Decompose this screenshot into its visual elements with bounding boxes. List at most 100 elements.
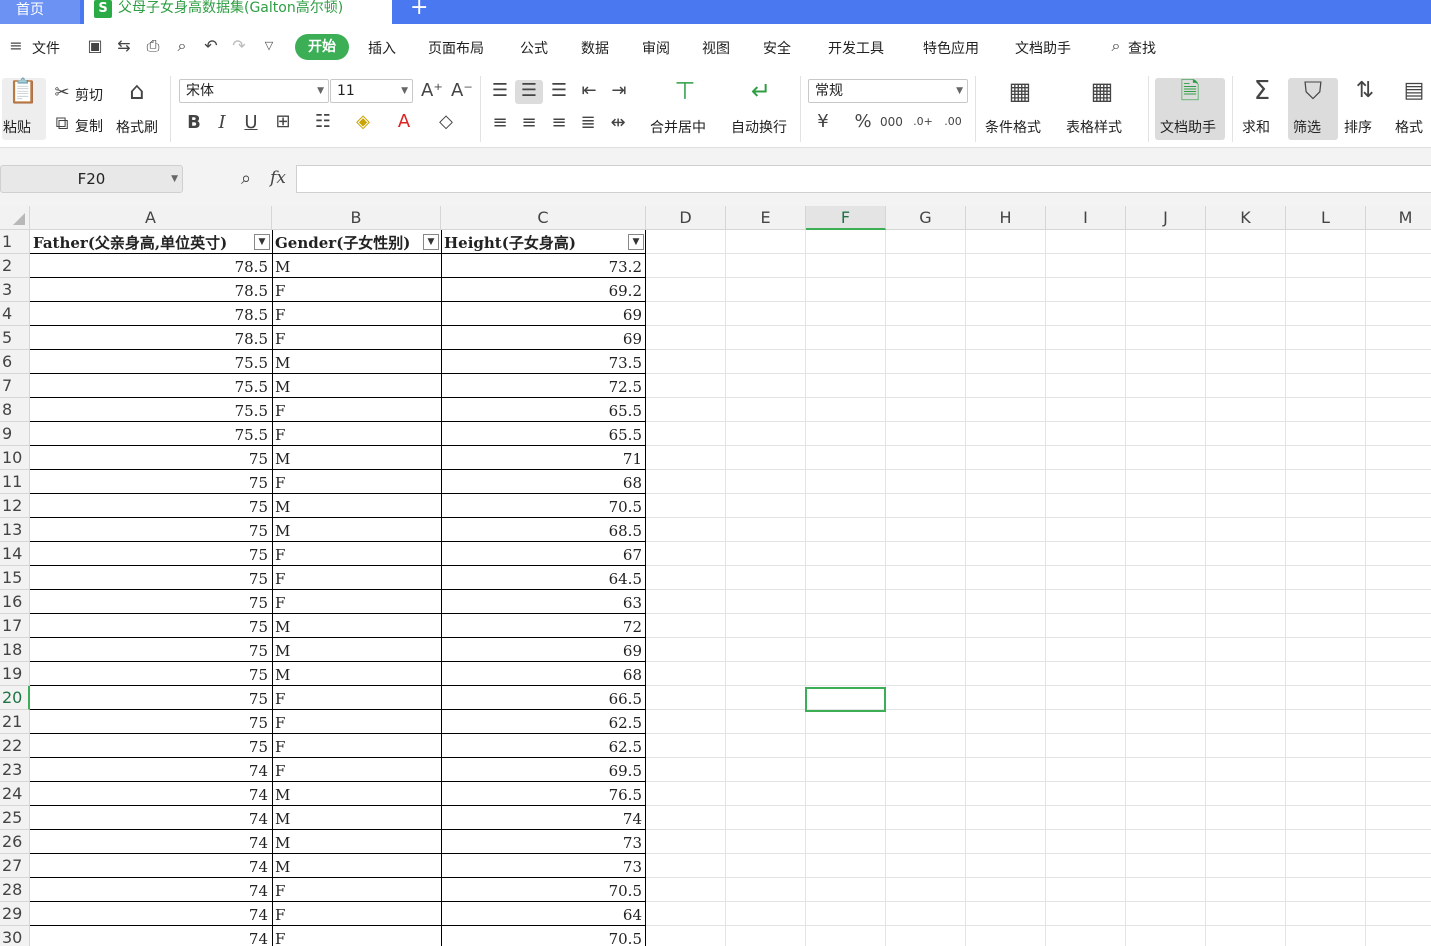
wrap-text-button[interactable]: 自动换行 — [731, 117, 787, 137]
column-header-m[interactable]: M — [1366, 206, 1431, 230]
table-cell[interactable]: 75 — [30, 638, 271, 662]
print-preview-icon[interactable]: ⌕ — [172, 36, 192, 56]
table-cell[interactable]: M — [272, 614, 440, 638]
column-header-b[interactable]: B — [272, 206, 441, 230]
table-cell[interactable]: M — [272, 638, 440, 662]
table-cell[interactable]: M — [272, 806, 440, 830]
distribute-icon[interactable]: ⇹ — [607, 112, 629, 134]
table-cell[interactable]: 74 — [30, 758, 271, 782]
table-cell[interactable]: 75 — [30, 470, 271, 494]
fill-color-icon[interactable]: ◈ — [352, 111, 374, 133]
formula-input[interactable] — [296, 165, 1431, 193]
search-icon[interactable]: ⌕ — [1106, 36, 1126, 56]
format-button[interactable]: 格式 — [1395, 117, 1423, 137]
table-cell[interactable]: 69 — [441, 638, 645, 662]
table-header-cell[interactable]: Father(父亲身高,单位英寸) — [30, 230, 254, 254]
table-cell[interactable]: 74 — [30, 926, 271, 946]
table-cell[interactable]: 78.5 — [30, 302, 271, 326]
row-header-30[interactable]: 30 — [0, 926, 30, 946]
table-cell[interactable]: M — [272, 782, 440, 806]
eraser-icon[interactable]: ◇ — [435, 111, 457, 133]
row-header-20[interactable]: 20 — [0, 686, 30, 710]
table-cell[interactable]: F — [272, 758, 440, 782]
conditional-format-icon[interactable]: ▦ — [1005, 79, 1035, 103]
row-header-27[interactable]: 27 — [0, 854, 30, 878]
table-cell[interactable]: 75.5 — [30, 422, 271, 446]
undo-icon[interactable]: ↶ — [201, 36, 221, 56]
sum-button[interactable]: 求和 — [1242, 117, 1270, 137]
quick-access-dropdown-icon[interactable]: ▽ — [259, 36, 279, 56]
table-cell[interactable]: 76.5 — [441, 782, 645, 806]
row-header-21[interactable]: 21 — [0, 710, 30, 734]
row-header-7[interactable]: 7 — [0, 374, 30, 398]
menu-doc-assistant[interactable]: 文档助手 — [1015, 38, 1071, 58]
table-cell[interactable]: 75 — [30, 494, 271, 518]
table-header-cell[interactable]: Gender(子女性别) — [272, 230, 423, 254]
table-cell[interactable]: 78.5 — [30, 278, 271, 302]
table-cell[interactable]: 73 — [441, 830, 645, 854]
table-cell[interactable]: F — [272, 590, 440, 614]
menu-file[interactable]: 文件 — [32, 38, 60, 58]
table-cell[interactable]: 62.5 — [441, 710, 645, 734]
row-header-13[interactable]: 13 — [0, 518, 30, 542]
font-color-icon[interactable]: A — [393, 111, 415, 133]
font-size-select[interactable]: 11 ▼ — [330, 79, 413, 103]
row-header-3[interactable]: 3 — [0, 278, 30, 302]
table-cell[interactable]: M — [272, 350, 440, 374]
align-bottom-icon[interactable]: ☰ — [548, 80, 570, 102]
table-cell[interactable]: F — [272, 398, 440, 422]
row-header-19[interactable]: 19 — [0, 662, 30, 686]
row-header-2[interactable]: 2 — [0, 254, 30, 278]
column-header-j[interactable]: J — [1126, 206, 1206, 230]
table-cell[interactable]: 72 — [441, 614, 645, 638]
underline-button[interactable]: U — [241, 112, 261, 134]
table-cell[interactable]: F — [272, 422, 440, 446]
table-cell[interactable]: 65.5 — [441, 422, 645, 446]
justify-icon[interactable]: ≣ — [577, 112, 599, 134]
zoom-formula-icon[interactable]: ⌕ — [235, 168, 257, 190]
tab-active-file[interactable]: S 父母子女身高数据集(Galton高尔顿) ● — [84, 0, 392, 24]
table-cell[interactable]: 75 — [30, 518, 271, 542]
table-cell[interactable]: 64.5 — [441, 566, 645, 590]
row-header-17[interactable]: 17 — [0, 614, 30, 638]
row-header-8[interactable]: 8 — [0, 398, 30, 422]
table-cell[interactable]: 67 — [441, 542, 645, 566]
column-header-h[interactable]: H — [966, 206, 1046, 230]
table-cell[interactable]: 69.5 — [441, 758, 645, 782]
table-cell[interactable]: 70.5 — [441, 494, 645, 518]
table-cell[interactable]: 65.5 — [441, 398, 645, 422]
sum-icon[interactable]: Σ — [1247, 78, 1277, 104]
scissors-icon[interactable]: ✂ — [52, 82, 72, 104]
table-style-icon[interactable]: ▦ — [1087, 79, 1117, 103]
cell-style-icon[interactable]: ☷ — [312, 111, 334, 133]
menu-start[interactable]: 开始 — [295, 34, 349, 60]
row-header-10[interactable]: 10 — [0, 446, 30, 470]
table-cell[interactable]: 69.2 — [441, 278, 645, 302]
print-icon[interactable]: ⎙ — [143, 36, 163, 56]
table-cell[interactable]: M — [272, 854, 440, 878]
table-header-cell[interactable]: Height(子女身高) — [441, 230, 628, 254]
export-icon[interactable]: ⇆ — [114, 36, 134, 56]
table-cell[interactable]: M — [272, 830, 440, 854]
table-cell[interactable]: 68 — [441, 470, 645, 494]
table-cell[interactable]: 75.5 — [30, 374, 271, 398]
thousands-separator-icon[interactable]: 000 — [880, 111, 903, 133]
merge-center-button[interactable]: 合并居中 — [650, 117, 706, 137]
row-header-4[interactable]: 4 — [0, 302, 30, 326]
row-header-23[interactable]: 23 — [0, 758, 30, 782]
table-cell[interactable]: M — [272, 374, 440, 398]
new-tab-button[interactable]: + — [410, 0, 428, 20]
increase-indent-icon[interactable]: ⇥ — [608, 80, 630, 102]
column-header-k[interactable]: K — [1206, 206, 1286, 230]
row-header-29[interactable]: 29 — [0, 902, 30, 926]
align-center-icon[interactable]: ≡ — [518, 112, 540, 134]
row-header-26[interactable]: 26 — [0, 830, 30, 854]
filter-dropdown-icon[interactable]: ▼ — [254, 234, 270, 250]
active-cell-selection[interactable] — [805, 687, 886, 712]
increase-decimal-icon[interactable]: .0+ — [912, 111, 934, 133]
table-cell[interactable]: 74 — [30, 830, 271, 854]
column-header-d[interactable]: D — [646, 206, 726, 230]
row-header-22[interactable]: 22 — [0, 734, 30, 758]
table-cell[interactable]: F — [272, 902, 440, 926]
table-cell[interactable]: 74 — [30, 782, 271, 806]
